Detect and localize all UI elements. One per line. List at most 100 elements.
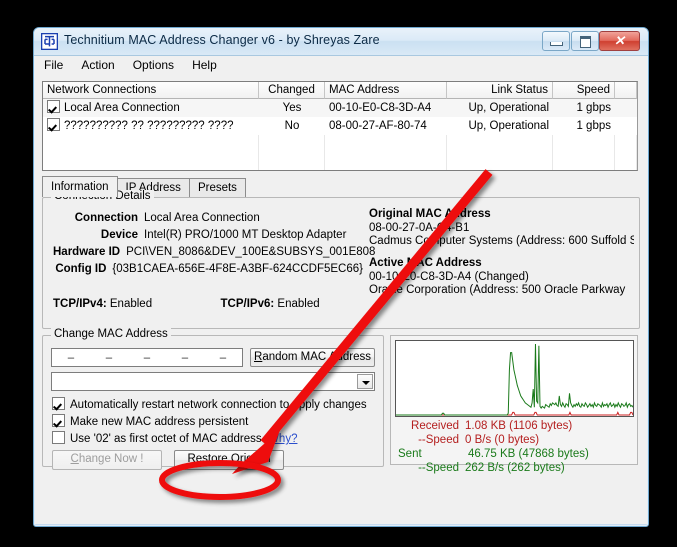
close-button[interactable]: ✕ — [599, 31, 640, 51]
chevron-down-icon[interactable] — [357, 374, 373, 389]
maximize-button[interactable] — [571, 31, 599, 51]
column-header-mac-address[interactable]: MAC Address — [325, 82, 447, 99]
table-row[interactable]: Local Area Connection Yes 00-10-E0-C8-3D… — [43, 99, 637, 117]
connection-details-group: Connection Details Connection Local Area… — [42, 190, 640, 329]
tcp-ipv6-value: Enabled — [277, 298, 320, 310]
restore-original-button[interactable]: Restore Original — [174, 450, 284, 470]
column-header-speed[interactable]: Speed — [553, 82, 615, 99]
active-mac-heading: Active MAC Address — [369, 257, 482, 269]
detail-label-hardware-id: Hardware ID — [53, 246, 121, 258]
list-empty-row — [43, 135, 637, 153]
minimize-icon — [550, 42, 563, 46]
connection-details-left: Connection Local Area Connection Device … — [53, 212, 375, 280]
stat-value-sent-speed: 262 B/s (262 bytes) — [465, 462, 565, 474]
tab-information[interactable]: Information — [42, 176, 118, 197]
detail-label-config-id: Config ID — [55, 263, 107, 275]
tcp-ipv4-label: TCP/IPv4: — [53, 298, 107, 310]
traffic-graph-svg — [396, 343, 633, 416]
title-bar: Technitium MAC Address Changer v6 - by S… — [34, 28, 648, 56]
first-octet-checkbox[interactable] — [52, 431, 65, 444]
stat-value-received: 1.08 KB (1106 bytes) — [465, 420, 573, 432]
stat-key-received-speed: --Speed — [418, 434, 459, 446]
stat-row-sent-speed: --Speed 262 B/s (262 bytes) — [395, 461, 634, 475]
tcpip-status-line: TCP/IPv4: Enabled TCP/IPv6: Enabled — [53, 298, 320, 310]
stat-row-sent: Sent 46.75 KB (47868 bytes) — [395, 447, 634, 461]
mac-detail-gap — [369, 248, 634, 257]
stat-key-sent-speed: --Speed — [418, 462, 459, 474]
mac-separator-5: – — [219, 351, 227, 364]
mac-separator-2: – — [105, 351, 113, 364]
row-name-text: ?????????? ?? ????????? ???? — [64, 120, 234, 132]
column-header-changed[interactable]: Changed — [259, 82, 325, 99]
network-statistics-panel: Received 1.08 KB (1106 bytes) --Speed 0 … — [390, 335, 638, 474]
column-header-link-status[interactable]: Link Status — [447, 82, 553, 99]
application-window: Technitium MAC Address Changer v6 - by S… — [33, 27, 649, 527]
mac-preset-combobox[interactable] — [51, 372, 375, 391]
why-link[interactable]: Why? — [268, 433, 297, 445]
original-mac-address: 08-00-27-0A-C4-B1 — [369, 222, 470, 234]
menu-item-file[interactable]: File — [35, 56, 72, 74]
detail-value-connection: Local Area Connection — [144, 212, 260, 224]
row-name-text: Local Area Connection — [64, 102, 180, 114]
active-mac-vendor: Oracle Corporation (Address: 500 Oracle … — [369, 284, 626, 296]
row-speed-cell: 1 gbps — [576, 102, 611, 114]
row-name-cell[interactable]: Local Area Connection — [43, 99, 259, 117]
stat-key-sent: Sent — [398, 448, 422, 460]
change-now-accel: C — [70, 453, 79, 465]
detail-row-hardware-id: Hardware ID PCI\VEN_8086&DEV_100E&SUBSYS… — [53, 246, 375, 258]
row-checkbox[interactable] — [47, 100, 60, 113]
restore-prefix: Restore — [187, 453, 231, 465]
row-mac-cell: 08-00-27-AF-80-74 — [329, 120, 427, 132]
minimize-button[interactable] — [542, 31, 570, 51]
checkbox-row-auto-restart[interactable]: Automatically restart network connection… — [52, 397, 367, 411]
detail-row-device: Device Intel(R) PRO/1000 MT Desktop Adap… — [53, 229, 363, 241]
mac-address-details: Original MAC Address 08-00-27-0A-C4-B1 C… — [369, 208, 634, 297]
network-connections-list[interactable]: Network Connections Changed MAC Address … — [42, 81, 638, 171]
list-header-row: Network Connections Changed MAC Address … — [43, 82, 637, 99]
row-name-cell[interactable]: ?????????? ?? ????????? ???? — [43, 117, 259, 135]
persistent-label: Make new MAC address persistent — [70, 416, 249, 428]
auto-restart-checkbox[interactable] — [52, 397, 65, 410]
detail-value-hardware-id: PCI\VEN_8086&DEV_100E&SUBSYS_001E808 — [126, 246, 376, 258]
random-button-label: andom MAC Address — [262, 351, 371, 363]
detail-value-config-id: {03B1CAEA-656E-4F8E-A3BF-624CCDF5EC66} — [112, 263, 363, 275]
detail-row-config-id: Config ID {03B1CAEA-656E-4F8E-A3BF-624CC… — [53, 263, 363, 275]
active-mac-address: 00-10-E0-C8-3D-A4 (Changed) — [369, 271, 529, 283]
first-octet-label: Use '02' as first octet of MAC address. — [70, 433, 265, 445]
stat-value-sent: 46.75 KB (47868 bytes) — [468, 448, 589, 460]
column-header-network-connections[interactable]: Network Connections — [43, 82, 259, 99]
menu-item-action[interactable]: Action — [72, 56, 123, 74]
row-checkbox[interactable] — [47, 118, 60, 131]
menu-item-options[interactable]: Options — [124, 56, 183, 74]
detail-row-connection: Connection Local Area Connection — [53, 212, 363, 224]
checkbox-row-persistent[interactable]: Make new MAC address persistent — [52, 414, 248, 428]
mac-separator-1: – — [67, 351, 75, 364]
mac-separator-4: – — [181, 351, 189, 364]
row-changed-cell: Yes — [282, 102, 302, 114]
row-link-status-cell: Up, Operational — [468, 120, 549, 132]
stat-value-received-speed: 0 B/s (0 bytes) — [465, 434, 540, 446]
menu-bar: File Action Options Help — [35, 56, 647, 77]
column-header-spacer[interactable] — [615, 82, 637, 99]
auto-restart-label: Automatically restart network connection… — [70, 399, 367, 411]
change-now-button[interactable]: Change Now ! — [52, 450, 162, 470]
mac-separator-3: – — [143, 351, 151, 364]
maximize-icon — [580, 36, 591, 48]
detail-value-device: Intel(R) PRO/1000 MT Desktop Adapter — [144, 229, 347, 241]
checkbox-row-first-octet[interactable]: Use '02' as first octet of MAC address. … — [52, 431, 297, 445]
detail-label-device: Device — [100, 229, 138, 241]
tcp-ipv6-label: TCP/IPv6: — [220, 298, 275, 310]
random-mac-address-button[interactable]: Random MAC Address — [250, 348, 375, 367]
persistent-checkbox[interactable] — [52, 414, 65, 427]
row-mac-cell: 00-10-E0-C8-3D-A4 — [329, 102, 432, 114]
list-empty-row — [43, 153, 637, 170]
row-link-status-cell: Up, Operational — [468, 102, 549, 114]
menu-item-help[interactable]: Help — [183, 56, 226, 74]
client-area: Network Connections Changed MAC Address … — [35, 76, 647, 524]
table-row[interactable]: ?????????? ?? ????????? ???? No 08-00-27… — [43, 117, 637, 135]
mac-address-input[interactable]: – – – – – — [51, 348, 243, 367]
restore-accel: O — [230, 453, 240, 465]
original-mac-heading: Original MAC Address — [369, 208, 491, 220]
tab-presets[interactable]: Presets — [188, 178, 246, 197]
technitium-logo-icon — [41, 33, 58, 50]
